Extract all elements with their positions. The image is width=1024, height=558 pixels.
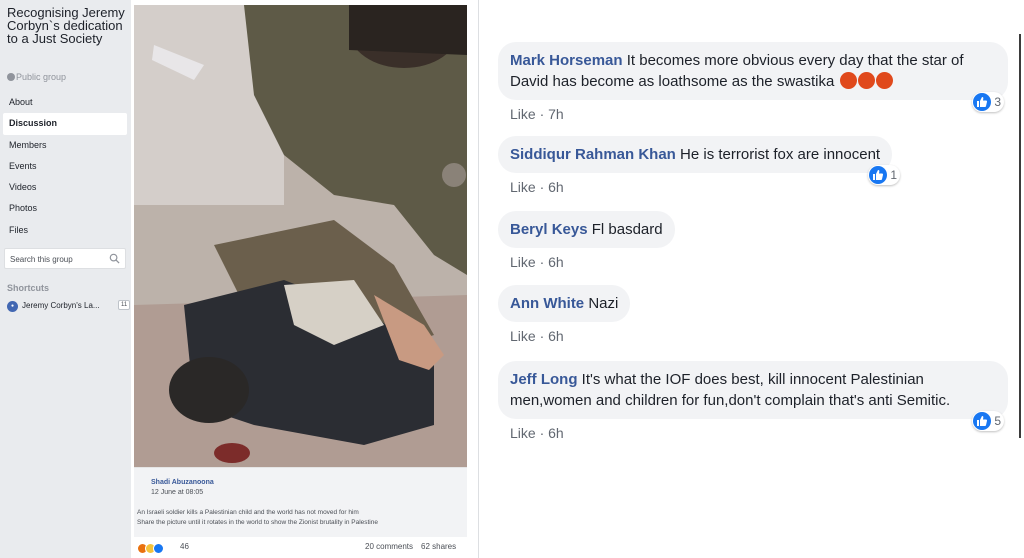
reaction-count[interactable]: 46 [180, 542, 189, 551]
comment-like-link[interactable]: Like [510, 254, 536, 270]
comment-author-link[interactable]: Jeff Long [510, 371, 578, 388]
group-search-input[interactable] [10, 253, 106, 265]
comment-item: Mark Horseman It becomes more obvious ev… [498, 42, 1008, 122]
shortcut-item[interactable]: ● Jeremy Corbyn's La... 11 [7, 300, 131, 314]
comment-meta: Like · 6h [510, 425, 564, 441]
comment-item: Ann White Nazi Like · 6h [498, 285, 631, 344]
comment-item: Jeff Long It's what the IOF does best, k… [498, 361, 1008, 441]
caption-timestamp[interactable]: 12 June at 08:05 [151, 489, 203, 496]
comment-text: He is terrorist fox are innocent [680, 146, 881, 163]
comment-time[interactable]: 6h [548, 425, 564, 441]
comment-bubble: Ann White Nazi [498, 285, 631, 322]
post-photo[interactable] [134, 5, 467, 467]
thumbs-up-icon [973, 93, 992, 111]
comment-reaction-badge[interactable]: 3 [972, 92, 1004, 112]
comment-meta: Like · 6h [510, 328, 564, 344]
thumbs-up-icon [973, 412, 992, 430]
column-divider [478, 0, 479, 558]
search-icon[interactable] [109, 253, 120, 264]
angry-emoji-icon [875, 72, 893, 89]
comment-time[interactable]: 6h [548, 328, 564, 344]
angry-emoji-icon [857, 72, 875, 89]
group-search [4, 248, 126, 269]
comment-item: Beryl Keys Fl basdard Like · 6h [498, 211, 675, 270]
comment-bubble: Siddiqur Rahman Khan He is terrorist fox… [498, 136, 901, 185]
scrollbar-edge [1019, 34, 1021, 438]
group-type-text: Public group [16, 72, 67, 82]
comment-author-link[interactable]: Mark Horseman [510, 52, 623, 69]
comment-like-link[interactable]: Like [510, 179, 536, 195]
comment-text: Nazi [588, 295, 619, 312]
reaction-icons[interactable] [137, 541, 164, 554]
comment-author-link[interactable]: Beryl Keys [510, 221, 588, 238]
comment-reaction-badge[interactable]: 1 [868, 165, 901, 185]
caption-text-line-1: An Israeli soldier kills a Palestinian c… [137, 509, 359, 516]
comment-time[interactable]: 7h [548, 106, 564, 122]
shortcuts-heading: Shortcuts [7, 283, 50, 293]
comment-like-link[interactable]: Like [510, 106, 536, 122]
comment-item: Siddiqur Rahman Khan He is terrorist fox… [498, 136, 901, 195]
caption-author-link[interactable]: Shadi Abuzanoona [151, 479, 214, 486]
shortcut-label: Jeremy Corbyn's La... [22, 301, 100, 310]
comment-text: Fl basdard [591, 221, 663, 238]
comment-meta: Like · 6h [510, 179, 564, 195]
nav-item-files[interactable]: Files [3, 220, 127, 241]
comment-bubble: Beryl Keys Fl basdard [498, 211, 675, 248]
comments-count[interactable]: 20 comments [365, 542, 413, 551]
caption-text-line-2: Share the picture until it rotates in th… [137, 519, 378, 526]
comment-time[interactable]: 6h [548, 179, 564, 195]
nav-item-discussion[interactable]: Discussion [3, 113, 127, 135]
nav-item-photos[interactable]: Photos [3, 198, 127, 219]
like-reaction-icon [153, 543, 164, 554]
comment-bubble: Jeff Long It's what the IOF does best, k… [498, 361, 1008, 431]
nav-item-about[interactable]: About [3, 92, 127, 113]
angry-emoji-icon [839, 72, 857, 89]
thumbs-up-icon [869, 166, 888, 184]
nav-item-events[interactable]: Events [3, 156, 127, 177]
post-photo-image [134, 5, 467, 467]
post-footer: 46 20 comments 62 shares [134, 538, 467, 558]
nav-item-videos[interactable]: Videos [3, 177, 127, 198]
comment-meta: Like · 7h [510, 106, 564, 122]
comment-like-link[interactable]: Like [510, 328, 536, 344]
comment-author-link[interactable]: Ann White [510, 295, 584, 312]
group-privacy-label: Public group [7, 72, 66, 82]
group-post: Shadi Abuzanoona 12 June at 08:05 An Isr… [134, 5, 467, 558]
shortcut-count-badge: 11 [118, 300, 131, 310]
group-title[interactable]: Recognising Jeremy Corbyn`s dedication t… [7, 6, 129, 45]
group-nav: About Discussion Members Events Videos P… [3, 92, 127, 241]
group-avatar-icon: ● [7, 301, 18, 312]
comment-reaction-badge[interactable]: 5 [972, 411, 1004, 431]
nav-item-members[interactable]: Members [3, 135, 127, 156]
comment-time[interactable]: 6h [548, 254, 564, 270]
globe-icon [7, 73, 15, 81]
comment-bubble: Mark Horseman It becomes more obvious ev… [498, 42, 1008, 112]
shares-count[interactable]: 62 shares [421, 542, 456, 551]
comment-like-link[interactable]: Like [510, 425, 536, 441]
shared-post-caption: Shadi Abuzanoona 12 June at 08:05 An Isr… [134, 467, 467, 537]
group-sidebar: Recognising Jeremy Corbyn`s dedication t… [0, 0, 131, 558]
comment-author-link[interactable]: Siddiqur Rahman Khan [510, 146, 676, 163]
comment-meta: Like · 6h [510, 254, 564, 270]
